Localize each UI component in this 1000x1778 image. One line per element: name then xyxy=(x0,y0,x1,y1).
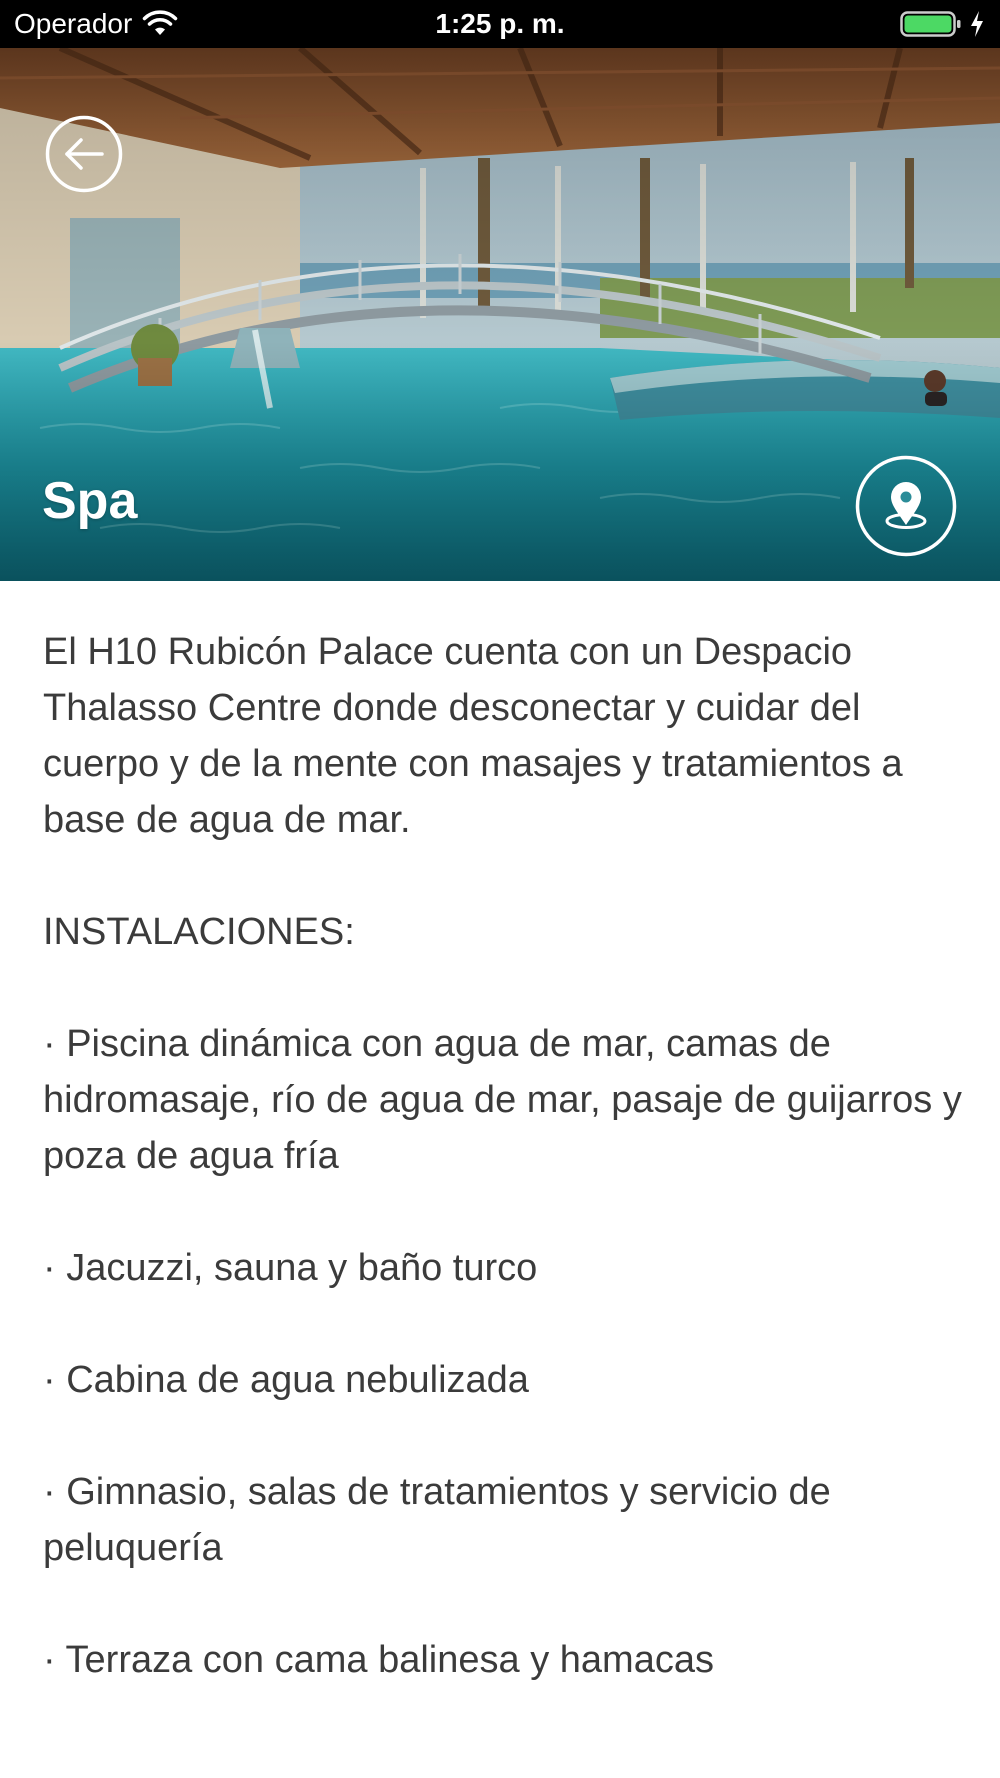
intro-paragraph: El H10 Rubicón Palace cuenta con un Desp… xyxy=(43,631,903,841)
indoor-pool-photo xyxy=(0,48,1000,581)
map-pin-icon xyxy=(885,482,927,529)
back-arrow-icon xyxy=(65,138,104,170)
facility-item: · Terraza con cama balinesa y hamacas xyxy=(43,1639,714,1681)
status-battery-group xyxy=(900,10,986,38)
battery-icon xyxy=(900,11,961,37)
facility-item: · Jacuzzi, sauna y baño turco xyxy=(43,1247,538,1289)
description-content: El H10 Rubicón Palace cuenta con un Desp… xyxy=(43,624,963,1688)
status-bar: Operador 1:25 p. m. xyxy=(0,0,1000,48)
facility-item: · Gimnasio, salas de tratamientos y serv… xyxy=(43,1471,831,1569)
map-location-button[interactable] xyxy=(855,455,957,557)
facility-item: · Piscina dinámica con agua de mar, cama… xyxy=(43,1023,962,1177)
back-button[interactable] xyxy=(45,115,123,193)
charging-icon xyxy=(971,11,983,37)
spa-detail-screen: Operador 1:25 p. m. Spa El H10 Rubicón P… xyxy=(0,0,1000,1778)
section-heading: INSTALACIONES: xyxy=(43,911,355,953)
status-time: 1:25 p. m. xyxy=(435,8,565,39)
hero-image: Spa xyxy=(0,48,1000,581)
page-title: Spa xyxy=(42,472,138,530)
facility-item: · Cabina de agua nebulizada xyxy=(43,1359,529,1401)
